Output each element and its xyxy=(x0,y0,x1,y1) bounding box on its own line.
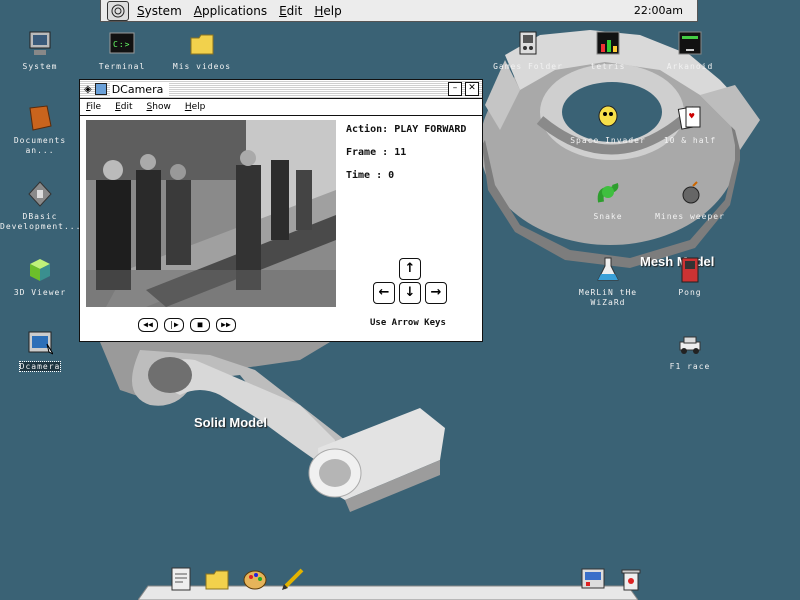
arrow-right-icon: → xyxy=(430,285,442,300)
mine-bomb-icon xyxy=(682,181,700,204)
trash-icon[interactable] xyxy=(618,566,644,592)
rewind-icon: ◀◀ xyxy=(143,320,153,329)
arrow-down-button[interactable]: ↓ xyxy=(399,282,421,304)
arrow-up-icon: ↑ xyxy=(404,261,416,276)
fast-forward-button[interactable]: ▶▶ xyxy=(216,318,236,332)
window-menu-edit[interactable]: Edit xyxy=(115,102,132,112)
desktop-icon-system[interactable]: System xyxy=(0,30,80,72)
desktop-icon-minesweeper[interactable]: Mines weeper xyxy=(650,180,730,222)
svg-text:♥: ♥ xyxy=(689,112,695,122)
gamepad-icon xyxy=(519,31,537,55)
playing-cards-icon: ♥ xyxy=(677,106,701,130)
dock xyxy=(138,566,641,600)
documents-folder-icon xyxy=(29,105,52,131)
rewind-button[interactable]: ◀◀ xyxy=(138,318,158,332)
desktop-icon-merlin[interactable]: MeRLiN tHe WiZaRd xyxy=(568,256,648,308)
desktop-icon-dcamera[interactable]: Dcamera xyxy=(0,330,80,372)
frame-value: 11 xyxy=(394,147,407,158)
menu-system[interactable]: System xyxy=(137,4,182,18)
desktop-icon-mis-videos[interactable]: Mis videos xyxy=(162,30,242,72)
solid-model-label: Solid Model xyxy=(194,415,267,430)
desktop-icon-games-folder[interactable]: Games Folder xyxy=(488,30,568,72)
notepad-icon[interactable] xyxy=(168,566,194,592)
window-titlebar[interactable]: ◈ DCamera – ✕ xyxy=(80,80,482,99)
window-menubar: File Edit Show Help xyxy=(80,99,482,116)
arrow-left-icon: ← xyxy=(378,285,390,300)
app-icon xyxy=(94,83,107,95)
desktop-icon-3d-viewer[interactable]: 3D Viewer xyxy=(0,256,80,298)
video-image xyxy=(86,120,336,307)
action-readout: Action: PLAY FORWARD xyxy=(346,124,467,135)
stop-button[interactable]: ■ xyxy=(190,318,210,332)
desktop-icon-pong[interactable]: Pong xyxy=(650,256,730,298)
arrow-up-button[interactable]: ↑ xyxy=(399,258,421,280)
desktop-icon-documents[interactable]: Documents an... xyxy=(0,104,80,156)
folder-icon[interactable] xyxy=(204,566,230,592)
close-button[interactable]: ✕ xyxy=(465,82,479,96)
window-menu-icon[interactable]: ◈ xyxy=(84,84,92,95)
desktop-icon-terminal[interactable]: C:> Terminal xyxy=(82,30,162,72)
desktop-icon-space-invader[interactable]: Space Invader xyxy=(568,104,648,146)
camera-window-icon xyxy=(28,331,53,355)
clock: 22:00am xyxy=(633,4,683,17)
flask-icon xyxy=(597,257,619,281)
time-readout: Time : 0 xyxy=(346,170,395,181)
arrow-keys-hint: Use Arrow Keys xyxy=(370,318,446,328)
desktop-icon-dbasic[interactable]: DBasic Development... xyxy=(0,180,80,232)
snake-icon xyxy=(597,183,619,203)
frame-readout: Frame : 11 xyxy=(346,147,407,158)
computer-icon xyxy=(29,31,51,55)
menu-edit[interactable]: Edit xyxy=(279,4,302,18)
folder-icon xyxy=(190,34,214,55)
desktop-icon-f1race[interactable]: F1 race xyxy=(650,330,730,372)
pencil-tools-icon[interactable] xyxy=(280,566,306,592)
desktop-icon-tetris[interactable]: tetris xyxy=(568,30,648,72)
menu-help[interactable]: Help xyxy=(314,4,341,18)
arrow-down-icon: ↓ xyxy=(404,285,416,300)
terminal-icon: C:> xyxy=(109,32,135,54)
minimize-button[interactable]: – xyxy=(448,82,462,96)
dbasic-tools-icon xyxy=(28,181,52,207)
cube-icon xyxy=(30,259,50,281)
race-car-icon xyxy=(679,336,701,354)
window-menu-show[interactable]: Show xyxy=(147,102,171,112)
step-play-icon: |▶ xyxy=(169,320,179,329)
arcade-cabinet-icon xyxy=(681,257,699,283)
fast-forward-icon: ▶▶ xyxy=(221,320,231,329)
paint-palette-icon[interactable] xyxy=(242,566,268,592)
top-menubar: System Applications Edit Help 22:00am xyxy=(100,0,698,22)
menu-applications[interactable]: Applications xyxy=(194,4,267,18)
window-menu-help[interactable]: Help xyxy=(185,102,206,112)
dcamera-window: ◈ DCamera – ✕ File Edit Show Help Action… xyxy=(79,79,483,342)
desktop-icon-arkanoid[interactable]: Arkanoid xyxy=(650,30,730,72)
arrow-right-button[interactable]: → xyxy=(425,282,447,304)
svg-text:C:>: C:> xyxy=(113,40,130,49)
window-menu-file[interactable]: File xyxy=(86,102,101,112)
arkanoid-icon xyxy=(678,31,702,55)
desktop-icon-10-half[interactable]: ♥ 10 & half xyxy=(650,104,730,146)
system-logo-icon xyxy=(111,4,125,17)
stop-icon: ■ xyxy=(197,320,203,329)
system-logo-button[interactable] xyxy=(107,0,129,21)
tetris-icon xyxy=(596,31,620,55)
action-value: PLAY FORWARD xyxy=(394,124,467,135)
arrow-left-button[interactable]: ← xyxy=(373,282,395,304)
space-invader-icon xyxy=(598,105,618,127)
video-frame xyxy=(86,120,336,307)
time-value: 0 xyxy=(388,170,395,181)
window-title: DCamera xyxy=(109,82,170,96)
control-panel-icon[interactable] xyxy=(580,566,606,592)
desktop-icon-snake[interactable]: Snake xyxy=(568,180,648,222)
step-play-button[interactable]: |▶ xyxy=(164,318,184,332)
